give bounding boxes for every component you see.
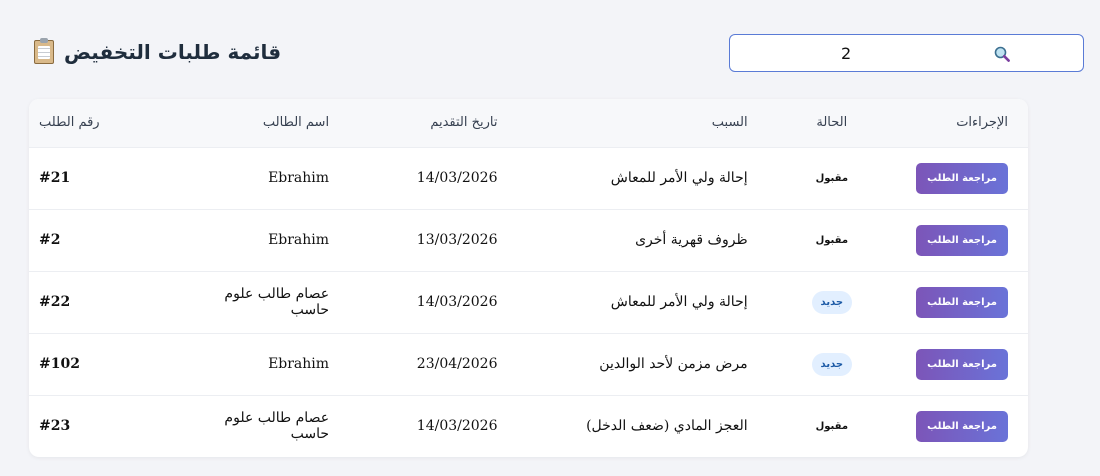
column-header-status: الحالة [816,115,848,131]
reason-cell: إحالة ولي الأمر للمعاش [610,170,748,186]
status-badge: جديد [811,290,853,314]
requests-table: الإجراءات الحالة السبب تاريخ التقديم اسم… [29,99,1028,457]
search-icon[interactable] [994,46,1010,62]
student-name-cell: Ebrahim [268,170,330,186]
reason-cell: إحالة ولي الأمر للمعاش [610,294,748,310]
date-cell: 23/04/2026 [416,356,498,372]
student-name-cell: Ebrahim [268,356,330,372]
review-request-button[interactable]: مراجعة الطلب [916,162,1008,194]
request-id-cell: #2 [39,232,61,248]
page-title: قائمة طلبات التخفيض [64,40,282,64]
column-header-id: رقم الطلب [39,115,100,131]
request-id-cell: #21 [39,170,71,186]
date-cell: 14/03/2026 [416,418,498,435]
search-input[interactable] [839,42,1083,64]
search-box[interactable] [729,34,1084,72]
request-id-cell: #23 [39,418,71,435]
table-row: مراجعة الطلب مقبول إحالة ولي الأمر للمعا… [29,147,1028,209]
reason-cell: العجز المادي (ضعف الدخل) [586,418,748,435]
status-badge: مقبول [815,420,849,432]
table-row: مراجعة الطلب جديد إحالة ولي الأمر للمعاش… [29,271,1028,333]
column-header-student: اسم الطالب [262,115,330,131]
student-name-cell: Ebrahim [268,232,330,248]
review-request-button[interactable]: مراجعة الطلب [916,348,1008,380]
reason-cell: مرض مزمن لأحد الوالدين [599,356,748,372]
status-badge: مقبول [815,234,849,246]
date-cell: 14/03/2026 [416,170,498,186]
review-request-button[interactable]: مراجعة الطلب [916,410,1008,442]
reason-cell: ظروف قهرية أخرى [635,232,748,248]
table-row: مراجعة الطلب جديد مرض مزمن لأحد الوالدين… [29,333,1028,395]
table-header-row: الإجراءات الحالة السبب تاريخ التقديم اسم… [29,99,1028,147]
column-header-date: تاريخ التقديم [430,115,498,131]
student-name-cell: عصام طالب علوم حاسب [224,286,330,318]
column-header-reason: السبب [711,115,748,131]
clipboard-icon [34,38,54,64]
request-id-cell: #102 [39,356,80,372]
table-row: مراجعة الطلب مقبول العجز المادي (ضعف الد… [29,395,1028,457]
date-cell: 13/03/2026 [416,232,498,248]
table-row: مراجعة الطلب مقبول ظروف قهرية أخرى 13/03… [29,209,1028,271]
requests-table-card: الإجراءات الحالة السبب تاريخ التقديم اسم… [29,99,1028,457]
page-header: قائمة طلبات التخفيض [34,38,282,64]
date-cell: 14/03/2026 [416,294,498,310]
review-request-button[interactable]: مراجعة الطلب [916,286,1008,318]
status-badge: مقبول [815,172,849,184]
page: قائمة طلبات التخفيض الإجراءات الحالة الس… [0,0,1100,476]
student-name-cell: عصام طالب علوم حاسب [224,410,330,443]
review-request-button[interactable]: مراجعة الطلب [916,224,1008,256]
status-badge: جديد [811,352,853,376]
request-id-cell: #22 [39,294,71,310]
column-header-actions: الإجراءات [956,115,1008,131]
